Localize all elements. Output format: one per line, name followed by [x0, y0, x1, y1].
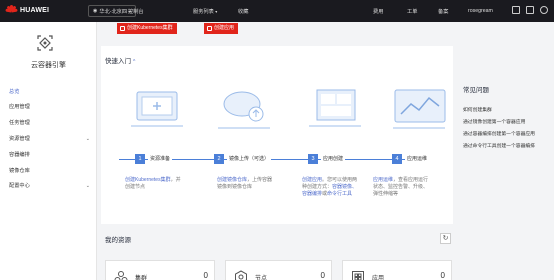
faq-link[interactable]: 通过容器编排创建第一个容器应用	[463, 130, 535, 137]
app-ops-illustration	[393, 89, 446, 129]
language-icon[interactable]	[540, 6, 548, 14]
menu-filing[interactable]: 备案	[438, 8, 448, 15]
service-title: 云容器引擎	[31, 62, 66, 69]
resource-card-node[interactable]: 节点 0	[225, 260, 332, 280]
faq-title: 常见问题	[463, 87, 489, 94]
brand-name: HUAWEI	[20, 7, 50, 14]
top-navbar: HUAWEI ◉ 华北-北京四 ▾ 控制台 服务列表 ▾ 收藏 费用 工单 备案…	[0, 0, 554, 22]
step-1-label: 资源准备	[148, 155, 173, 162]
create-app-button[interactable]: 创建应用	[204, 23, 239, 34]
resources-title: 我的资源	[105, 237, 131, 244]
node-icon	[235, 270, 247, 280]
menu-favorites[interactable]: 收藏	[238, 8, 248, 15]
sidebar-item-overview[interactable]: 总览	[0, 86, 97, 98]
resource-count: 0	[320, 271, 325, 280]
sidebar-item-task-management[interactable]: 任务管理	[0, 117, 97, 129]
message-icon[interactable]	[512, 6, 520, 14]
sidebar-item-orchestration[interactable]: 容器编排	[0, 149, 97, 161]
faq-link[interactable]: 如何创建集群	[463, 106, 492, 113]
menu-cost[interactable]: 费用	[373, 8, 383, 15]
sidebar: 云容器引擎 总览 应用管理 任务管理 资源管理 ⌄ 容器编排 镜像仓库 配置中心…	[0, 22, 97, 280]
step-4-label: 应用运维	[405, 155, 430, 162]
user-menu[interactable]: rosegream	[468, 8, 493, 14]
resource-label: 节点	[255, 276, 268, 280]
chevron-down-icon: ⌄	[85, 183, 90, 189]
step-2-label: 镜像上传（可选）	[227, 155, 272, 162]
image-upload-illustration	[218, 91, 270, 129]
step-1-description: 创建Kubernetes集群，并创建节点	[125, 177, 181, 190]
resource-card-cluster[interactable]: 集群 0	[105, 260, 215, 280]
create-image-repo-link[interactable]: 创建镜像仓库	[217, 177, 247, 183]
create-cluster-button[interactable]: 创建Kubernetes集群	[117, 23, 177, 34]
faq-link[interactable]: 通过命令行工具创建一个容器编排	[463, 142, 535, 149]
step-3-description: 创建应用。您可以使用两种创建方式：容器镜像、容器编排或命令行工具	[302, 177, 358, 197]
faq-link[interactable]: 通过镜像创建第一个容器应用	[463, 118, 525, 125]
add-icon	[120, 26, 125, 31]
step-2-description: 创建镜像仓库，上传容器镜像到镜像仓库	[217, 177, 273, 190]
chevron-down-icon: ▾	[215, 9, 218, 14]
resource-prep-illustration	[131, 91, 183, 127]
resource-count: 0	[203, 271, 208, 280]
step-4-description: 应用运维，查看应用运行状态、监控告警、升级、弹性伸缩等	[373, 177, 429, 197]
create-app-link[interactable]: 创建应用	[302, 177, 322, 183]
menu-services[interactable]: 服务列表 ▾	[193, 8, 217, 15]
app-ops-link[interactable]: 应用运维	[373, 177, 393, 183]
sidebar-item-resource-management[interactable]: 资源管理 ⌄	[0, 133, 97, 145]
location-icon: ◉	[93, 8, 98, 14]
resource-count: 0	[440, 271, 445, 280]
step-4-number: 4	[392, 154, 402, 164]
refresh-icon[interactable]: ↻	[440, 233, 451, 244]
add-icon	[207, 26, 212, 31]
resource-label: 集群	[135, 276, 148, 280]
sidebar-item-app-management[interactable]: 应用管理	[0, 101, 97, 113]
huawei-flower-icon	[5, 5, 18, 16]
main-content: 创建Kubernetes集群 创建应用 快速入门 ^ 1 资源准备 2 镜像上传（	[97, 22, 554, 280]
quickstart-title[interactable]: 快速入门 ^	[105, 55, 135, 65]
create-cluster-link[interactable]: 创建Kubernetes集群	[125, 177, 171, 183]
chevron-up-icon: ^	[133, 59, 136, 65]
sidebar-item-image-repo[interactable]: 镜像仓库	[0, 165, 97, 177]
app-create-illustration	[309, 89, 361, 127]
resource-label: 应用	[372, 276, 385, 280]
menu-ticket[interactable]: 工单	[407, 8, 417, 15]
resource-card-app[interactable]: 应用 0	[342, 260, 452, 280]
cce-service-icon	[37, 35, 53, 51]
cli-tool-link[interactable]: 命令行工具	[327, 191, 352, 197]
menu-console[interactable]: 控制台	[128, 8, 144, 15]
step-1-number: 1	[135, 154, 145, 164]
cluster-icon	[114, 271, 128, 280]
sidebar-item-config-center[interactable]: 配置中心 ⌄	[0, 180, 97, 192]
region-label: 华北-北京四	[99, 8, 128, 15]
huawei-logo[interactable]: HUAWEI	[5, 5, 50, 16]
grid-icon[interactable]	[526, 6, 534, 14]
step-2-number: 2	[214, 154, 224, 164]
chevron-down-icon: ⌄	[85, 136, 90, 142]
step-3-label: 应用创建	[321, 155, 346, 162]
app-icon	[352, 271, 364, 280]
step-3-number: 3	[308, 154, 318, 164]
